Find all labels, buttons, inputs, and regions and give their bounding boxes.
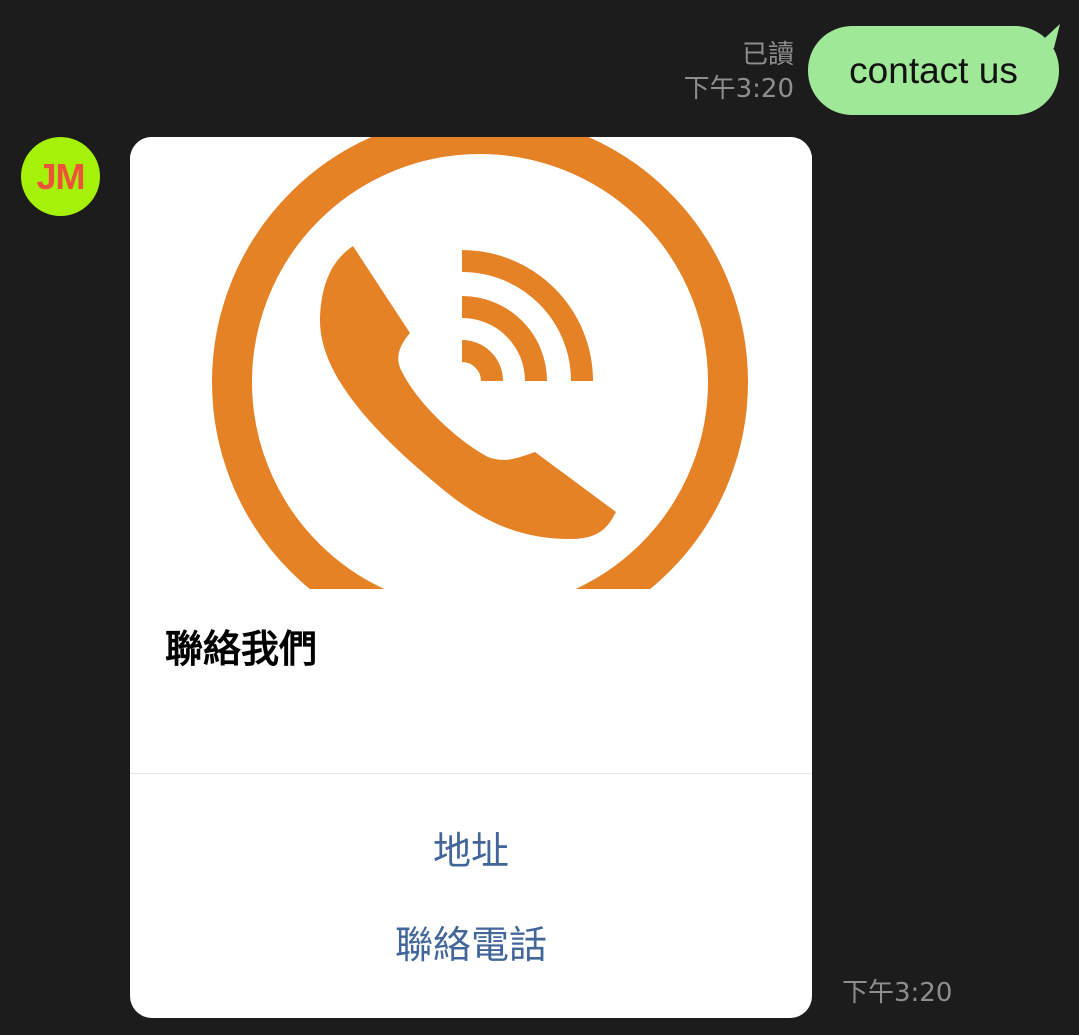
outgoing-meta: 已讀 下午3:20	[684, 38, 794, 106]
chat-screen: 已讀 下午3:20 contact us JM 聯絡我們 地址 聯絡電話 下午3…	[0, 0, 1079, 1035]
address-button[interactable]: 地址	[130, 827, 812, 875]
incoming-timestamp: 下午3:20	[842, 978, 953, 1008]
outgoing-message-bubble[interactable]: contact us	[808, 26, 1059, 115]
outgoing-message-text: contact us	[849, 49, 1018, 91]
phone-number-button[interactable]: 聯絡電話	[130, 921, 812, 969]
avatar[interactable]: JM	[21, 137, 100, 216]
card-divider	[130, 773, 812, 774]
outgoing-timestamp: 下午3:20	[683, 74, 794, 104]
avatar-initials: JM	[36, 155, 85, 197]
phone-ringing-icon	[212, 137, 748, 589]
read-receipt: 已讀	[741, 40, 794, 70]
contact-card: 聯絡我們 地址 聯絡電話	[130, 137, 812, 1018]
card-hero-image	[130, 137, 812, 589]
card-title: 聯絡我們	[165, 627, 318, 671]
